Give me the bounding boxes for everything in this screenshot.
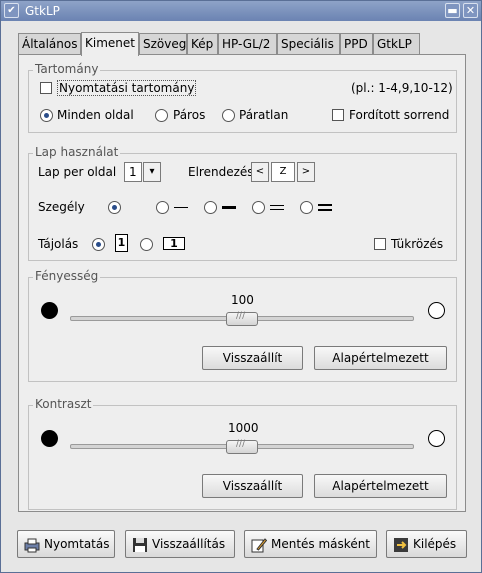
light-circle-icon [428, 430, 445, 447]
output-tab-panel: Tartomány Nyomtatási tartomány (pl.: 1-4… [18, 54, 466, 512]
restore-button[interactable]: Visszaállítás [125, 530, 235, 558]
layout-next-button[interactable]: > [297, 162, 315, 182]
range-example: (pl.: 1-4,9,10-12) [351, 81, 453, 95]
single-thick-line-icon [222, 206, 236, 209]
reverse-order-checkbox[interactable] [332, 109, 344, 121]
border-double-thick-radio[interactable] [300, 201, 313, 214]
layout-preview-icon: Z [271, 162, 295, 182]
odd-pages-radio[interactable] [222, 109, 235, 122]
quit-button[interactable]: Kilépés [386, 530, 467, 558]
orientation-label: Tájolás [38, 237, 79, 251]
quit-button-label: Kilépés [413, 537, 457, 551]
dark-circle-icon [41, 302, 58, 319]
even-pages-label: Páros [173, 108, 206, 122]
tab-output[interactable]: Kimenet [81, 32, 139, 56]
save-as-button[interactable]: Mentés másként [244, 530, 377, 558]
mirror-checkbox[interactable] [374, 238, 386, 250]
app-window: ✔ GtkLP ▬ ✕ Általános Kimenet Szöveg Kép… [0, 0, 482, 573]
border-single-thin-radio[interactable] [156, 201, 169, 214]
contrast-default-button[interactable]: Alapértelmezett [314, 474, 447, 498]
range-title: Tartomány [33, 62, 101, 76]
border-single-thick-radio[interactable] [204, 201, 217, 214]
even-pages-radio[interactable] [155, 109, 168, 122]
layout-prev-button[interactable]: < [251, 162, 269, 182]
tab-gtklp[interactable]: GtkLP [373, 33, 420, 55]
double-thick-line-icon-a [318, 204, 332, 206]
odd-pages-label: Páratlan [239, 108, 289, 122]
printer-icon [24, 536, 40, 553]
floppy-icon [132, 536, 148, 552]
print-range-checkbox[interactable] [40, 82, 52, 94]
range-group: Tartomány Nyomtatási tartomány (pl.: 1-4… [28, 62, 457, 133]
reverse-order-label: Fordított sorrend [349, 108, 450, 122]
light-circle-icon [428, 302, 445, 319]
landscape-radio[interactable] [140, 238, 153, 251]
dark-circle-icon [41, 430, 58, 447]
save-as-button-label: Mentés másként [271, 537, 371, 551]
tab-hpgl2[interactable]: HP-GL/2 [218, 33, 277, 55]
single-thin-line-icon [174, 207, 188, 208]
restore-button-label: Visszaállítás [152, 537, 226, 551]
save-edit-icon [251, 536, 268, 553]
contrast-slider-thumb[interactable] [226, 439, 258, 454]
print-button[interactable]: Nyomtatás [17, 530, 115, 558]
brightness-value: 100 [231, 293, 254, 307]
window-title: GtkLP [25, 4, 60, 18]
minimize-button[interactable]: ▬ [445, 3, 460, 18]
window-menu-button[interactable]: ✔ [4, 3, 19, 18]
all-pages-radio[interactable] [40, 109, 53, 122]
pages-per-sheet-dropdown[interactable]: ▾ [143, 162, 161, 182]
double-thin-line-icon-a [270, 205, 284, 206]
double-thick-line-icon-b [318, 209, 332, 211]
double-thin-line-icon-b [270, 209, 284, 210]
brightness-title: Fényesség [33, 269, 101, 283]
contrast-group: Kontraszt 1000 Visszaállít Alapértelmeze… [28, 397, 457, 510]
tab-special[interactable]: Speciális [277, 33, 340, 55]
print-range-label[interactable]: Nyomtatási tartomány [57, 80, 197, 96]
portrait-radio[interactable] [92, 238, 105, 251]
tab-ppd[interactable]: PPD [340, 33, 373, 55]
close-button[interactable]: ✕ [463, 3, 478, 18]
page-usage-title: Lap használat [33, 145, 121, 159]
layout-label: Elrendezés [188, 165, 254, 179]
contrast-reset-button[interactable]: Visszaállít [202, 474, 303, 498]
brightness-slider-thumb[interactable] [226, 311, 258, 326]
exit-icon [393, 536, 409, 552]
contrast-title: Kontraszt [33, 397, 94, 411]
brightness-default-button[interactable]: Alapértelmezett [314, 346, 447, 370]
portrait-icon: 1 [115, 234, 128, 252]
pages-per-sheet-value[interactable]: 1 [124, 162, 142, 182]
border-label: Szegély [38, 200, 85, 214]
print-button-label: Nyomtatás [44, 537, 110, 551]
all-pages-label: Minden oldal [57, 108, 134, 122]
brightness-group: Fényesség 100 Visszaállít Alapértelmezet… [28, 269, 457, 382]
contrast-value: 1000 [228, 421, 259, 435]
tab-image[interactable]: Kép [187, 33, 218, 55]
brightness-reset-button[interactable]: Visszaállít [202, 346, 303, 370]
border-double-thin-radio[interactable] [252, 201, 265, 214]
tab-text[interactable]: Szöveg [139, 33, 187, 55]
title-bar: ✔ GtkLP ▬ ✕ [1, 1, 481, 21]
tab-general[interactable]: Általános [18, 33, 81, 55]
border-none-radio[interactable] [108, 201, 121, 214]
landscape-icon: 1 [163, 237, 185, 250]
page-usage-group: Lap használat Lap per oldal 1 ▾ Elrendez… [28, 145, 457, 261]
mirror-label: Tükrözés [391, 237, 444, 251]
pages-per-sheet-label: Lap per oldal [38, 165, 117, 179]
